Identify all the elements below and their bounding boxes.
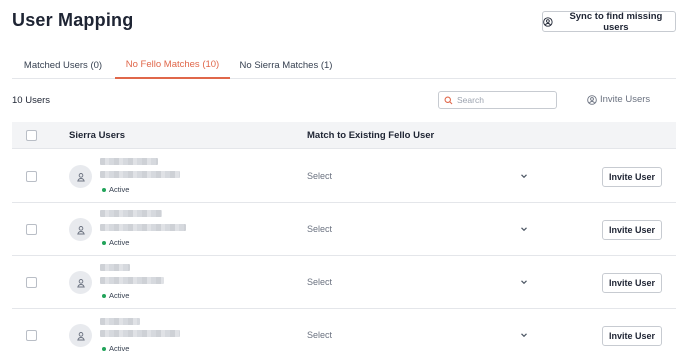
chevron-down-icon (521, 333, 527, 338)
chevron-down-icon (521, 280, 527, 285)
avatar (69, 218, 92, 241)
user-icon (76, 172, 85, 181)
status-badge: Active (102, 238, 129, 247)
redacted-user-email (100, 224, 186, 231)
invite-user-button[interactable]: Invite User (602, 326, 662, 346)
row-checkbox[interactable] (26, 277, 37, 288)
invite-user-button[interactable]: Invite User (602, 220, 662, 240)
user-icon (76, 331, 85, 340)
avatar (69, 271, 92, 294)
tab-matched-users[interactable]: Matched Users (0) (12, 52, 114, 79)
status-badge: Active (102, 185, 129, 194)
user-circle-icon (543, 16, 553, 27)
match-select[interactable]: Select (307, 274, 529, 290)
row-checkbox[interactable] (26, 171, 37, 182)
select-all-checkbox[interactable] (26, 130, 37, 141)
redacted-user-email (100, 171, 180, 178)
match-select[interactable]: Select (307, 327, 529, 343)
search-icon (444, 96, 453, 104)
redacted-user-name (100, 158, 158, 165)
redacted-user-email (100, 330, 180, 337)
user-circle-icon (587, 94, 597, 105)
user-icon (76, 278, 85, 287)
invite-users-link[interactable]: Invite Users (587, 94, 650, 105)
status-badge: Active (102, 291, 129, 300)
avatar (69, 165, 92, 188)
user-icon (76, 225, 85, 234)
match-select[interactable]: Select (307, 168, 529, 184)
chevron-down-icon (521, 174, 527, 179)
table-row: Active Select Invite User (12, 309, 676, 360)
column-header-match-fello-user: Match to Existing Fello User (307, 130, 435, 141)
status-dot-icon (102, 346, 106, 351)
table-row: Active Select Invite User (12, 203, 676, 256)
invite-users-label: Invite Users (600, 94, 651, 105)
search-box[interactable] (438, 91, 557, 109)
sync-button[interactable]: Sync to find missing users (542, 10, 676, 33)
table-row: Active Select Invite User (12, 150, 676, 203)
redacted-user-name (100, 318, 140, 325)
status-dot-icon (102, 187, 106, 192)
invite-user-button[interactable]: Invite User (602, 167, 662, 187)
tab-bar: Matched Users (0) No Fello Matches (10) … (12, 52, 676, 79)
status-dot-icon (102, 293, 106, 298)
redacted-user-name (100, 264, 130, 271)
chevron-down-icon (521, 227, 527, 232)
avatar (69, 324, 92, 347)
row-checkbox[interactable] (26, 330, 37, 341)
search-input[interactable] (457, 95, 553, 105)
row-checkbox[interactable] (26, 224, 37, 235)
match-select[interactable]: Select (307, 221, 529, 237)
invite-user-button[interactable]: Invite User (602, 273, 662, 293)
page-title: User Mapping (12, 10, 134, 30)
user-count: 10 Users (12, 95, 51, 106)
redacted-user-name (100, 210, 162, 217)
column-header-sierra-users: Sierra Users (69, 130, 125, 141)
tab-no-sierra-matches[interactable]: No Sierra Matches (1) (230, 52, 342, 79)
status-dot-icon (102, 240, 106, 245)
tab-no-fello-matches[interactable]: No Fello Matches (10) (115, 52, 230, 79)
table-header: Sierra Users Match to Existing Fello Use… (12, 122, 676, 149)
redacted-user-email (100, 277, 164, 284)
table-row: Active Select Invite User (12, 256, 676, 309)
status-badge: Active (102, 344, 129, 353)
sync-button-label: Sync to find missing users (569, 10, 663, 33)
